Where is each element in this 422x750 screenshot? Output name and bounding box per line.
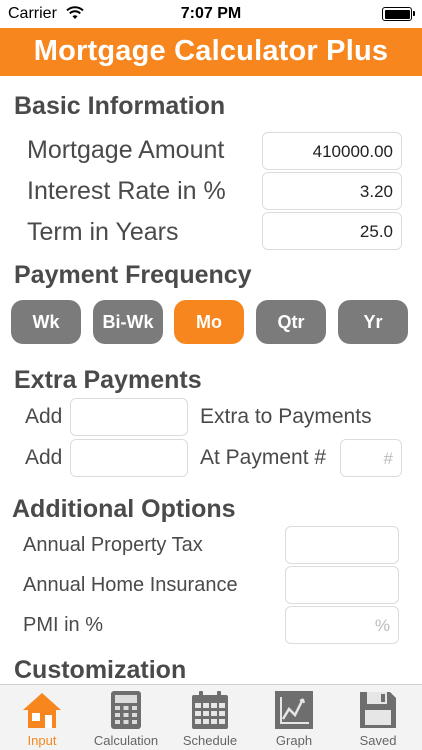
tab-schedule[interactable]: Schedule — [168, 685, 252, 750]
tab-graph-label: Graph — [275, 733, 313, 748]
status-bar: Carrier 7:07 PM — [0, 0, 422, 28]
interest-rate-field[interactable]: 3.20 — [262, 172, 402, 210]
freq-yearly-button[interactable]: Yr — [338, 300, 408, 344]
tab-calculation[interactable]: Calculation — [84, 685, 168, 750]
additional-options-title: Additional Options — [12, 495, 236, 523]
house-icon — [23, 693, 61, 728]
tab-input[interactable]: Input — [0, 685, 84, 750]
tab-input-label: Input — [27, 733, 57, 748]
customization-title: Customization — [14, 656, 187, 684]
home-insurance-field[interactable] — [285, 566, 399, 604]
extra-add-label-2: Add — [25, 446, 63, 469]
freq-biweekly-button[interactable]: Bi-Wk — [93, 300, 163, 344]
pmi-field[interactable]: % — [285, 606, 399, 644]
floppy-disk-icon — [360, 692, 396, 728]
mortgage-amount-label: Mortgage Amount — [27, 136, 225, 164]
tab-graph[interactable]: Graph — [252, 685, 336, 750]
battery-icon — [382, 7, 415, 21]
pmi-label: PMI in % — [23, 614, 104, 636]
extra-add-label-1: Add — [25, 405, 63, 428]
term-years-field[interactable]: 25.0 — [262, 212, 402, 250]
app-title: Mortgage Calculator Plus — [33, 35, 389, 67]
property-tax-field[interactable] — [285, 526, 399, 564]
extra-to-payments-label: Extra to Payments — [200, 405, 372, 428]
extra-amount-field[interactable] — [70, 398, 188, 436]
tab-saved[interactable]: Saved — [336, 685, 420, 750]
property-tax-label: Annual Property Tax — [23, 534, 203, 556]
basic-info-title: Basic Information — [14, 92, 226, 120]
payment-number-field[interactable]: # — [340, 439, 402, 477]
tab-calculation-label: Calculation — [93, 733, 159, 748]
home-insurance-label: Annual Home Insurance — [23, 574, 238, 596]
tab-saved-label: Saved — [359, 733, 397, 748]
clock: 7:07 PM — [180, 5, 242, 22]
extra-payments-title: Extra Payments — [14, 366, 202, 394]
line-graph-icon — [275, 691, 313, 729]
tab-bar: Input Calculation Schedule Graph Saved — [0, 684, 422, 750]
freq-quarterly-button[interactable]: Qtr — [256, 300, 326, 344]
calculator-icon — [111, 691, 141, 729]
payment-frequency-title: Payment Frequency — [14, 261, 252, 289]
mortgage-amount-field[interactable]: 410000.00 — [262, 132, 402, 170]
freq-weekly-button[interactable]: Wk — [11, 300, 81, 344]
extra-one-time-field[interactable] — [70, 439, 188, 477]
calendar-icon — [192, 691, 228, 729]
at-payment-label: At Payment # — [200, 446, 327, 469]
app-header: Mortgage Calculator Plus — [0, 28, 422, 76]
term-years-label: Term in Years — [27, 218, 179, 246]
interest-rate-label: Interest Rate in % — [27, 177, 226, 205]
tab-schedule-label: Schedule — [182, 733, 238, 748]
freq-monthly-button[interactable]: Mo — [174, 300, 244, 344]
